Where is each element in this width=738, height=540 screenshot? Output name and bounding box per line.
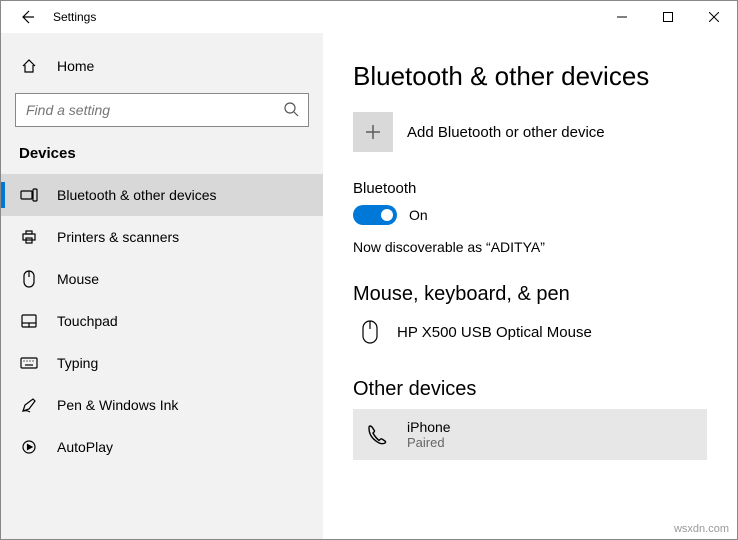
sidebar-item-mouse[interactable]: Mouse — [1, 258, 323, 300]
search-icon — [283, 101, 299, 117]
autoplay-icon — [19, 439, 39, 455]
home-label: Home — [57, 58, 94, 74]
window-controls — [599, 1, 737, 33]
sidebar-item-pen[interactable]: Pen & Windows Ink — [1, 384, 323, 426]
section-other-title: Other devices — [353, 378, 707, 401]
discoverable-text: Now discoverable as “ADITYA” — [353, 239, 707, 255]
sidebar-item-label: Bluetooth & other devices — [57, 187, 217, 203]
watermark: wsxdn.com — [674, 523, 729, 535]
sidebar-item-bluetooth[interactable]: Bluetooth & other devices — [1, 174, 323, 216]
sidebar-item-label: Typing — [57, 355, 98, 371]
mouse-icon — [357, 320, 383, 344]
home-icon — [19, 58, 39, 74]
toggle-state: On — [409, 207, 428, 223]
sidebar-item-label: Mouse — [57, 271, 99, 287]
touchpad-icon — [19, 314, 39, 328]
mouse-device-row[interactable]: HP X500 USB Optical Mouse — [353, 314, 707, 350]
bluetooth-label: Bluetooth — [353, 180, 707, 197]
phone-icon — [365, 423, 395, 447]
other-device-status: Paired — [407, 435, 451, 450]
sidebar-item-label: Pen & Windows Ink — [57, 397, 178, 413]
sidebar-group-title: Devices — [1, 137, 323, 174]
devices-icon — [19, 188, 39, 202]
section-mouse-title: Mouse, keyboard, & pen — [353, 283, 707, 306]
bluetooth-toggle-row: On — [353, 205, 707, 225]
add-device-label: Add Bluetooth or other device — [407, 124, 605, 141]
other-device-info: iPhone Paired — [407, 419, 451, 450]
sidebar-item-typing[interactable]: Typing — [1, 342, 323, 384]
search-input[interactable] — [15, 93, 309, 127]
bluetooth-toggle[interactable] — [353, 205, 397, 225]
mouse-icon — [19, 270, 39, 288]
titlebar: Settings — [1, 1, 737, 33]
main-panel: Bluetooth & other devices Add Bluetooth … — [323, 33, 737, 539]
minimize-button[interactable] — [599, 1, 645, 33]
sidebar-item-touchpad[interactable]: Touchpad — [1, 300, 323, 342]
printer-icon — [19, 229, 39, 245]
sidebar-item-label: Touchpad — [57, 313, 118, 329]
back-icon[interactable] — [19, 9, 35, 25]
pen-icon — [19, 397, 39, 413]
sidebar-item-autoplay[interactable]: AutoPlay — [1, 426, 323, 468]
close-button[interactable] — [691, 1, 737, 33]
mouse-device-name: HP X500 USB Optical Mouse — [397, 324, 592, 341]
home-nav[interactable]: Home — [1, 45, 323, 87]
other-device-name: iPhone — [407, 419, 451, 435]
keyboard-icon — [19, 357, 39, 369]
sidebar-item-label: AutoPlay — [57, 439, 113, 455]
sidebar: Home Devices Bluetooth & other devices P… — [1, 33, 323, 539]
plus-icon — [353, 112, 393, 152]
app-title: Settings — [53, 10, 96, 24]
other-device-row[interactable]: iPhone Paired — [353, 409, 707, 460]
page-title: Bluetooth & other devices — [353, 61, 707, 92]
maximize-button[interactable] — [645, 1, 691, 33]
add-device-button[interactable]: Add Bluetooth or other device — [353, 112, 707, 152]
search-wrap — [15, 93, 309, 127]
sidebar-item-printers[interactable]: Printers & scanners — [1, 216, 323, 258]
sidebar-item-label: Printers & scanners — [57, 229, 179, 245]
